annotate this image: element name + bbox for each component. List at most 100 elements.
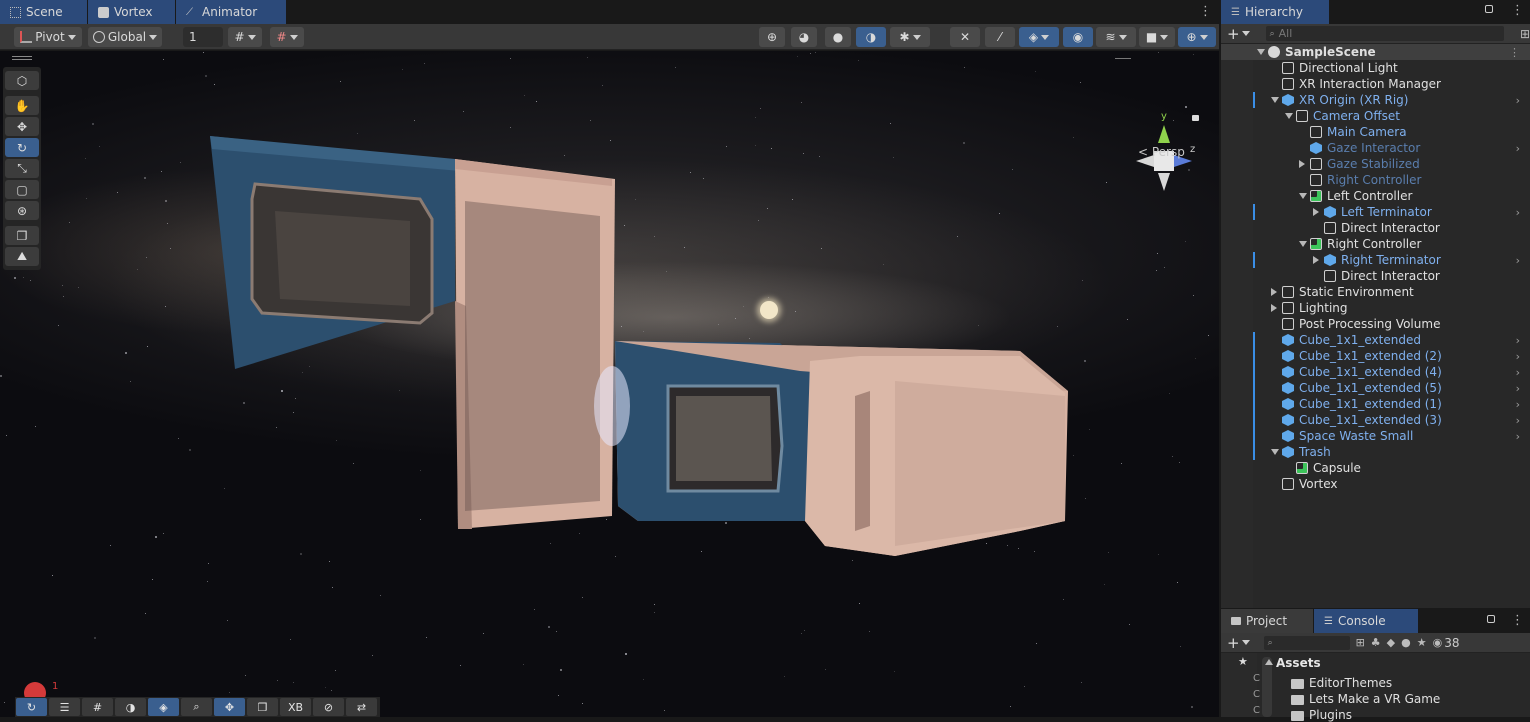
hierarchy-item[interactable]: Trash — [1221, 444, 1530, 460]
chevron-right-icon[interactable]: › — [1516, 254, 1520, 267]
chevron-right-icon[interactable]: › — [1516, 414, 1520, 427]
hierarchy-item[interactable]: Gaze Stabilized — [1221, 156, 1530, 172]
scene-viewport[interactable]: ⬡ ✋ ✥ ↻ ⤡ ▢ ⊛ ❐ ⛰ y z < Persp 1 — [0, 51, 1219, 717]
hierarchy-item[interactable]: Left Controller — [1221, 188, 1530, 204]
search-by-type-icon[interactable]: ⊞ — [1356, 636, 1365, 649]
hierarchy-item[interactable]: Gaze Interactor › — [1221, 140, 1530, 156]
draw-mode-shaded-wireframe-button[interactable]: ◕ — [791, 27, 817, 47]
folder-plugins[interactable]: Plugins — [1291, 708, 1352, 722]
expand-arrow-right-icon[interactable] — [1313, 256, 1319, 264]
tab-hierarchy[interactable]: ☰ Hierarchy — [1221, 0, 1329, 24]
project-search-input[interactable]: ⌕ — [1263, 635, 1350, 650]
debug-draw-dropdown[interactable]: ✱ — [890, 27, 930, 47]
tab-animator[interactable]: ⟋ Animator — [176, 0, 286, 24]
refresh-overlay-button[interactable]: ↻ — [16, 698, 47, 716]
chevron-right-icon[interactable]: › — [1516, 142, 1520, 155]
xb-overlay-button[interactable]: XB — [280, 698, 311, 716]
hierarchy-search-input[interactable]: ⌕ All — [1265, 26, 1504, 41]
chevron-right-icon[interactable]: › — [1516, 398, 1520, 411]
chevron-right-icon[interactable]: › — [1516, 382, 1520, 395]
chevron-right-icon[interactable]: › — [1516, 366, 1520, 379]
hierarchy-item[interactable]: XR Interaction Manager — [1221, 76, 1530, 92]
scene-more-icon[interactable]: ⋮ — [1509, 46, 1520, 59]
overlay-menu-handle[interactable] — [1115, 58, 1131, 59]
add-icon[interactable]: + — [1227, 634, 1240, 652]
move-tool-button[interactable]: ✥ — [5, 117, 39, 136]
hierarchy-item[interactable]: Cube_1x1_extended (3) › — [1221, 412, 1530, 428]
directional-light-icon[interactable] — [760, 301, 778, 319]
chevron-right-icon[interactable]: › — [1516, 350, 1520, 363]
tab-scene[interactable]: Scene — [0, 0, 87, 24]
folder-editorthemes[interactable]: EditorThemes — [1291, 676, 1392, 690]
scene-more-icon[interactable]: ⋮ — [1199, 4, 1212, 19]
expand-arrow-down-icon[interactable] — [1299, 193, 1307, 199]
nav-overlay-button[interactable]: ✥ — [214, 698, 245, 716]
view-tool-cube-button[interactable]: ⬡ — [5, 71, 39, 90]
camera-dropdown[interactable]: ■ — [1139, 27, 1175, 47]
hierarchy-item[interactable]: Left Terminator › — [1221, 204, 1530, 220]
draw-mode-wireframe-button[interactable]: ⊕ — [759, 27, 785, 47]
hierarchy-item[interactable]: XR Origin (XR Rig) › — [1221, 92, 1530, 108]
draw-mode-shaded-button[interactable]: ◑ — [856, 27, 886, 47]
overlay-handle[interactable] — [12, 56, 32, 57]
expand-arrow-right-icon[interactable] — [1271, 304, 1277, 312]
scale-tool-button[interactable]: ⤡ — [5, 159, 39, 178]
hierarchy-item[interactable]: Cube_1x1_extended (5) › — [1221, 380, 1530, 396]
effects-dropdown[interactable]: ◈ — [1019, 27, 1059, 47]
tab-project[interactable]: Project — [1221, 609, 1313, 633]
grid-snap-input[interactable]: 1 — [183, 27, 223, 47]
visibility-toggle[interactable]: ◉ — [1063, 27, 1093, 47]
projection-label[interactable]: < Persp — [1138, 145, 1185, 159]
hierarchy-item[interactable]: Right Controller — [1221, 236, 1530, 252]
hierarchy-item[interactable]: Right Controller — [1221, 172, 1530, 188]
hierarchy-item[interactable]: SampleScene ⋮ — [1221, 44, 1530, 60]
rotate-tool-button[interactable]: ↻ — [5, 138, 39, 157]
label-tag-icon[interactable]: ◆ — [1387, 636, 1395, 649]
hierarchy-item[interactable]: Capsule — [1221, 460, 1530, 476]
more-options-icon[interactable]: ⋮ — [1511, 3, 1524, 18]
grid-snap-dropdown[interactable]: # — [228, 27, 262, 47]
hierarchy-item[interactable]: Vortex — [1221, 476, 1530, 492]
chevron-right-icon[interactable]: › — [1516, 334, 1520, 347]
layers-dropdown[interactable]: ≋ — [1096, 27, 1136, 47]
favorites-star-icon[interactable]: ★ — [1238, 655, 1248, 668]
increment-snap-dropdown[interactable]: # — [270, 27, 304, 47]
rect-tool-button[interactable]: ▢ — [5, 180, 39, 199]
chevron-down-icon[interactable] — [1241, 640, 1250, 645]
lock-icon[interactable] — [1487, 615, 1495, 623]
hierarchy-item[interactable]: Cube_1x1_extended (4) › — [1221, 364, 1530, 380]
warning-filter-icon[interactable]: ● — [1401, 636, 1411, 649]
global-dropdown[interactable]: Global — [88, 27, 162, 47]
hierarchy-item[interactable]: Directional Light — [1221, 60, 1530, 76]
assets-root-label[interactable]: Assets — [1276, 656, 1321, 670]
hierarchy-item[interactable]: Direct Interactor — [1221, 268, 1530, 284]
sliders-overlay-button[interactable]: ☰ — [49, 698, 80, 716]
expand-arrow-down-icon[interactable] — [1271, 97, 1279, 103]
chevron-right-icon[interactable]: › — [1516, 206, 1520, 219]
hierarchy-item[interactable]: Cube_1x1_extended (2) › — [1221, 348, 1530, 364]
toggle-audio-button[interactable]: ⁄ — [985, 27, 1015, 47]
shuffle-overlay-button[interactable]: ⇄ — [346, 698, 377, 716]
hierarchy-item[interactable]: Lighting — [1221, 300, 1530, 316]
hierarchy-item[interactable]: Direct Interactor — [1221, 220, 1530, 236]
hidden-eye-icon[interactable]: ◉ — [1433, 636, 1443, 649]
chevron-right-icon[interactable]: › — [1516, 430, 1520, 443]
screens-overlay-button[interactable]: ❐ — [247, 698, 278, 716]
lock-icon[interactable] — [1192, 115, 1199, 121]
draw-mode-unlit-button[interactable]: ● — [825, 27, 851, 47]
hierarchy-item[interactable]: Right Terminator › — [1221, 252, 1530, 268]
hierarchy-item[interactable]: Main Camera — [1221, 124, 1530, 140]
expand-arrow-down-icon[interactable] — [1299, 241, 1307, 247]
more-options-icon[interactable]: ⋮ — [1511, 613, 1524, 628]
tab-vortex[interactable]: Vortex — [88, 0, 175, 24]
filter-type-icon[interactable]: ♣ — [1371, 636, 1381, 649]
expand-arrow-down-icon[interactable] — [1285, 113, 1293, 119]
terrain-tool-button[interactable]: ⛰ — [5, 247, 39, 266]
hierarchy-item[interactable]: Cube_1x1_extended (1) › — [1221, 396, 1530, 412]
toggle-2d-button[interactable]: ✕ — [950, 27, 980, 47]
chevron-down-icon[interactable] — [1241, 31, 1250, 36]
hierarchy-item[interactable]: Space Waste Small › — [1221, 428, 1530, 444]
hierarchy-item[interactable]: Post Processing Volume — [1221, 316, 1530, 332]
project-scrollbar[interactable] — [1262, 657, 1272, 717]
hierarchy-item[interactable]: Cube_1x1_extended › — [1221, 332, 1530, 348]
